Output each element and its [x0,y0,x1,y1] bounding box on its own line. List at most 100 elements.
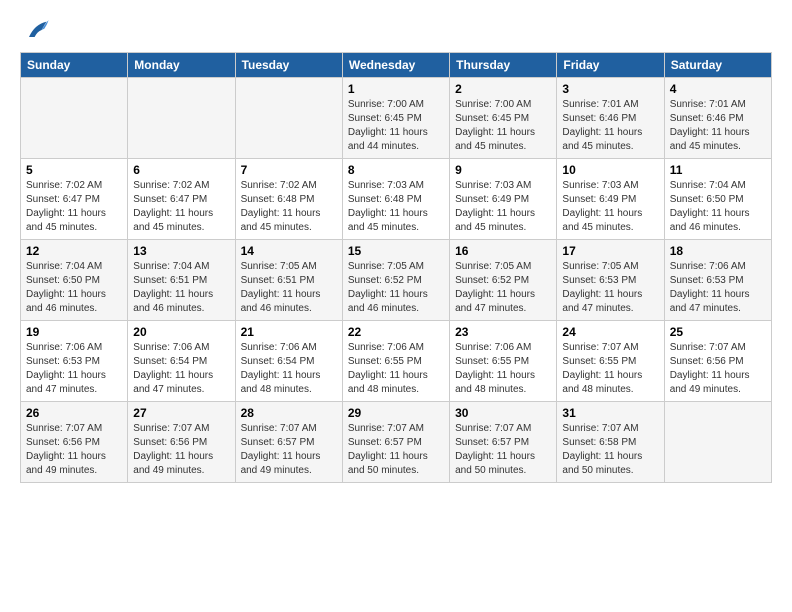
day-info: Sunrise: 7:06 AM Sunset: 6:55 PM Dayligh… [455,341,551,397]
calendar-cell: 1 Sunrise: 7:00 AM Sunset: 6:45 PM Daylig… [342,78,449,159]
day-number: 17 [562,244,658,258]
day-number: 6 [133,163,229,177]
calendar-cell: 15 Sunrise: 7:05 AM Sunset: 6:52 PM Dayli… [342,240,449,321]
day-info: Sunrise: 7:02 AM Sunset: 6:47 PM Dayligh… [133,179,229,235]
day-number: 26 [26,406,122,420]
calendar-week-row: 26 Sunrise: 7:07 AM Sunset: 6:56 PM Dayli… [21,402,772,483]
calendar-cell: 13 Sunrise: 7:04 AM Sunset: 6:51 PM Dayli… [128,240,235,321]
day-info: Sunrise: 7:03 AM Sunset: 6:49 PM Dayligh… [455,179,551,235]
day-info: Sunrise: 7:05 AM Sunset: 6:52 PM Dayligh… [455,260,551,316]
calendar-cell: 18Sunrise: 7:06 AM Sunset: 6:53 PM Dayli… [664,240,771,321]
calendar-cell: 16Sunrise: 7:05 AM Sunset: 6:52 PM Dayli… [450,240,557,321]
weekday-header: Wednesday [342,53,449,78]
day-number: 9 [455,163,551,177]
calendar-cell: 8 Sunrise: 7:03 AM Sunset: 6:48 PM Daylig… [342,159,449,240]
day-number: 2 [455,82,551,96]
logo [20,16,50,40]
calendar-cell: 26Sunrise: 7:07 AM Sunset: 6:56 PM Dayli… [21,402,128,483]
calendar-cell: 22Sunrise: 7:06 AM Sunset: 6:55 PM Dayli… [342,321,449,402]
calendar-cell: 5 Sunrise: 7:02 AM Sunset: 6:47 PM Daylig… [21,159,128,240]
day-info: Sunrise: 7:07 AM Sunset: 6:57 PM Dayligh… [348,422,444,478]
day-number: 21 [241,325,337,339]
day-info: Sunrise: 7:04 AM Sunset: 6:50 PM Dayligh… [26,260,122,316]
calendar-cell: 12 Sunrise: 7:04 AM Sunset: 6:50 PM Dayli… [21,240,128,321]
calendar-cell: 29 Sunrise: 7:07 AM Sunset: 6:57 PM Dayli… [342,402,449,483]
day-number: 11 [670,163,766,177]
day-number: 13 [133,244,229,258]
calendar-cell: 21 Sunrise: 7:06 AM Sunset: 6:54 PM Dayli… [235,321,342,402]
day-info: Sunrise: 7:06 AM Sunset: 6:55 PM Dayligh… [348,341,444,397]
calendar-cell: 11 Sunrise: 7:04 AM Sunset: 6:50 PM Dayli… [664,159,771,240]
day-info: Sunrise: 7:06 AM Sunset: 6:54 PM Dayligh… [133,341,229,397]
day-number: 19 [26,325,122,339]
calendar-week-row: 1 Sunrise: 7:00 AM Sunset: 6:45 PM Daylig… [21,78,772,159]
day-number: 8 [348,163,444,177]
day-number: 3 [562,82,658,96]
day-info: Sunrise: 7:06 AM Sunset: 6:53 PM Dayligh… [26,341,122,397]
day-number: 20 [133,325,229,339]
calendar-cell: 2Sunrise: 7:00 AM Sunset: 6:45 PM Daylig… [450,78,557,159]
calendar-table: SundayMondayTuesdayWednesdayThursdayFrid… [20,52,772,483]
day-number: 12 [26,244,122,258]
day-number: 29 [348,406,444,420]
day-number: 5 [26,163,122,177]
day-info: Sunrise: 7:00 AM Sunset: 6:45 PM Dayligh… [348,98,444,154]
calendar-cell: 10 Sunrise: 7:03 AM Sunset: 6:49 PM Dayli… [557,159,664,240]
calendar-cell: 9 Sunrise: 7:03 AM Sunset: 6:49 PM Daylig… [450,159,557,240]
weekday-header: Tuesday [235,53,342,78]
calendar-week-row: 12 Sunrise: 7:04 AM Sunset: 6:50 PM Dayli… [21,240,772,321]
calendar-cell: 28Sunrise: 7:07 AM Sunset: 6:57 PM Dayli… [235,402,342,483]
calendar-cell: 3Sunrise: 7:01 AM Sunset: 6:46 PM Daylig… [557,78,664,159]
day-number: 14 [241,244,337,258]
day-info: Sunrise: 7:07 AM Sunset: 6:56 PM Dayligh… [670,341,766,397]
day-info: Sunrise: 7:04 AM Sunset: 6:50 PM Dayligh… [670,179,766,235]
calendar-cell: 24 Sunrise: 7:07 AM Sunset: 6:55 PM Dayli… [557,321,664,402]
day-number: 10 [562,163,658,177]
day-info: Sunrise: 7:07 AM Sunset: 6:55 PM Dayligh… [562,341,658,397]
day-number: 24 [562,325,658,339]
calendar-cell: 6 Sunrise: 7:02 AM Sunset: 6:47 PM Daylig… [128,159,235,240]
weekday-header: Monday [128,53,235,78]
day-number: 27 [133,406,229,420]
day-info: Sunrise: 7:01 AM Sunset: 6:46 PM Dayligh… [670,98,766,154]
weekday-header: Sunday [21,53,128,78]
calendar-cell: 23Sunrise: 7:06 AM Sunset: 6:55 PM Dayli… [450,321,557,402]
calendar-cell: 20 Sunrise: 7:06 AM Sunset: 6:54 PM Dayli… [128,321,235,402]
calendar-cell: 14 Sunrise: 7:05 AM Sunset: 6:51 PM Dayli… [235,240,342,321]
weekday-header: Saturday [664,53,771,78]
day-number: 7 [241,163,337,177]
day-number: 25 [670,325,766,339]
day-number: 31 [562,406,658,420]
calendar-cell: 4Sunrise: 7:01 AM Sunset: 6:46 PM Daylig… [664,78,771,159]
page: SundayMondayTuesdayWednesdayThursdayFrid… [0,0,792,499]
calendar-cell [664,402,771,483]
day-number: 18 [670,244,766,258]
day-info: Sunrise: 7:07 AM Sunset: 6:56 PM Dayligh… [133,422,229,478]
header [20,16,772,40]
day-info: Sunrise: 7:06 AM Sunset: 6:54 PM Dayligh… [241,341,337,397]
calendar-cell: 19 Sunrise: 7:06 AM Sunset: 6:53 PM Dayli… [21,321,128,402]
calendar-cell: 27 Sunrise: 7:07 AM Sunset: 6:56 PM Dayli… [128,402,235,483]
day-number: 15 [348,244,444,258]
day-info: Sunrise: 7:03 AM Sunset: 6:49 PM Dayligh… [562,179,658,235]
calendar-header-row: SundayMondayTuesdayWednesdayThursdayFrid… [21,53,772,78]
calendar-week-row: 5 Sunrise: 7:02 AM Sunset: 6:47 PM Daylig… [21,159,772,240]
day-info: Sunrise: 7:04 AM Sunset: 6:51 PM Dayligh… [133,260,229,316]
day-number: 30 [455,406,551,420]
day-info: Sunrise: 7:05 AM Sunset: 6:51 PM Dayligh… [241,260,337,316]
day-info: Sunrise: 7:07 AM Sunset: 6:57 PM Dayligh… [455,422,551,478]
calendar-cell: 30 Sunrise: 7:07 AM Sunset: 6:57 PM Dayli… [450,402,557,483]
day-number: 1 [348,82,444,96]
logo-bird-icon [22,16,50,44]
day-info: Sunrise: 7:02 AM Sunset: 6:47 PM Dayligh… [26,179,122,235]
calendar-cell: 7 Sunrise: 7:02 AM Sunset: 6:48 PM Daylig… [235,159,342,240]
calendar-cell: 25 Sunrise: 7:07 AM Sunset: 6:56 PM Dayli… [664,321,771,402]
calendar-cell [21,78,128,159]
calendar-cell [128,78,235,159]
day-info: Sunrise: 7:03 AM Sunset: 6:48 PM Dayligh… [348,179,444,235]
weekday-header: Friday [557,53,664,78]
day-info: Sunrise: 7:05 AM Sunset: 6:53 PM Dayligh… [562,260,658,316]
weekday-header: Thursday [450,53,557,78]
day-info: Sunrise: 7:02 AM Sunset: 6:48 PM Dayligh… [241,179,337,235]
day-info: Sunrise: 7:05 AM Sunset: 6:52 PM Dayligh… [348,260,444,316]
